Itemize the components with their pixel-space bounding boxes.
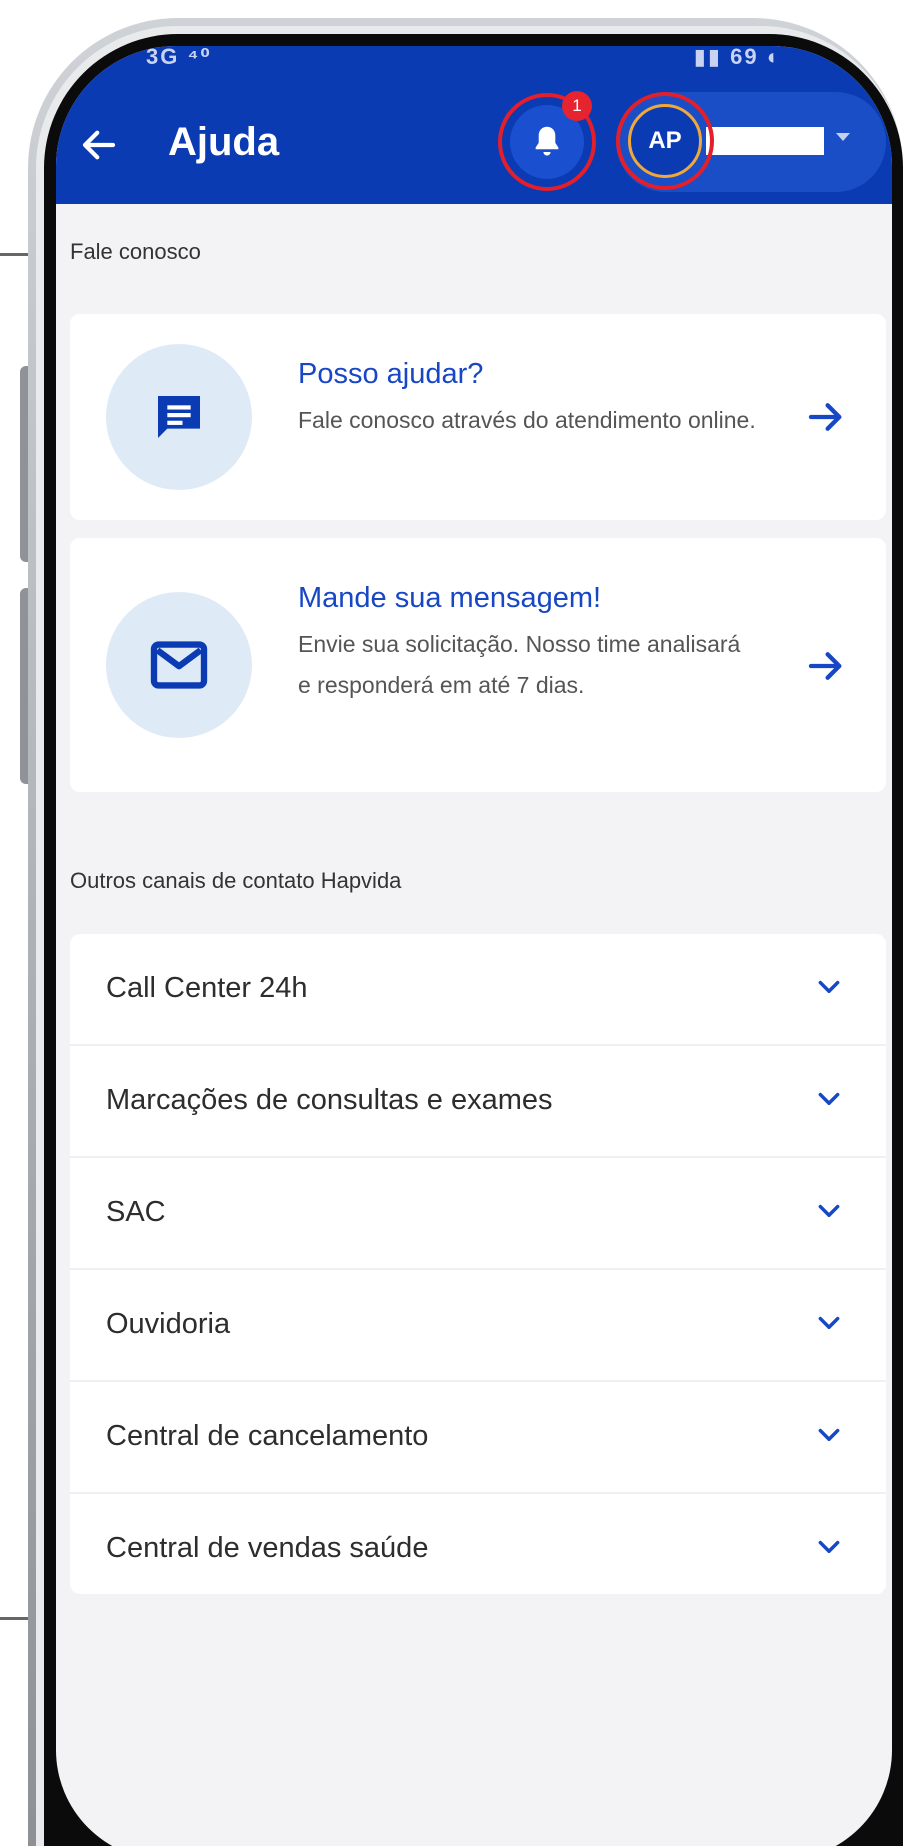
list-item-call-center[interactable]: Call Center 24h <box>70 934 886 1046</box>
card-icon-circle <box>106 344 252 490</box>
status-bar-right: ▮▮ 69 ◐ <box>693 46 782 69</box>
contact-channels-list: Call Center 24h Marcações de consultas e… <box>70 934 886 1594</box>
list-item-label: Marcações de consultas e exames <box>106 1084 553 1116</box>
list-item-marcacoes[interactable]: Marcações de consultas e exames <box>70 1046 886 1158</box>
status-bar-left: 3G ⁴⁰ <box>146 46 212 69</box>
arrow-right-icon[interactable] <box>806 397 846 437</box>
list-item-central-cancelamento[interactable]: Central de cancelamento <box>70 1382 886 1494</box>
envelope-icon <box>150 641 208 689</box>
avatar-highlight[interactable]: AP <box>616 92 714 190</box>
chevron-down-icon[interactable] <box>816 1090 842 1110</box>
avatar[interactable]: AP <box>628 104 702 178</box>
profile-name-redacted <box>706 127 824 155</box>
chevron-down-icon[interactable] <box>816 1314 842 1334</box>
chevron-down-icon[interactable] <box>816 978 842 998</box>
card-title: Posso ajudar? <box>298 358 484 390</box>
arrow-left-icon[interactable] <box>78 124 120 166</box>
notifications-highlight[interactable]: 1 <box>498 91 596 191</box>
notification-badge: 1 <box>562 91 592 121</box>
frame-line-top <box>0 253 30 256</box>
arrow-right-icon[interactable] <box>806 646 846 686</box>
card-title: Mande sua mensagem! <box>298 582 602 614</box>
list-item-label: Ouvidoria <box>106 1308 231 1340</box>
list-item-label: Central de vendas saúde <box>106 1532 429 1564</box>
card-text: Posso ajudar? Fale conosco através do at… <box>298 354 758 441</box>
list-item-label: Central de cancelamento <box>106 1420 429 1452</box>
app-header: 3G ⁴⁰ ▮▮ 69 ◐ Ajuda AP 1 <box>56 46 892 204</box>
list-item-central-vendas[interactable]: Central de vendas saúde <box>70 1494 886 1594</box>
chevron-down-icon[interactable] <box>816 1426 842 1446</box>
card-icon-circle <box>106 592 252 738</box>
list-item-label: SAC <box>106 1196 166 1228</box>
chat-message-icon <box>158 396 200 438</box>
chevron-down-icon[interactable] <box>816 1538 842 1558</box>
card-mande-mensagem[interactable]: Mande sua mensagem! Envie sua solicitaçã… <box>70 538 886 792</box>
card-posso-ajudar[interactable]: Posso ajudar? Fale conosco através do at… <box>70 314 886 520</box>
list-item-label: Call Center 24h <box>106 972 308 1004</box>
card-description: Envie sua solicitação. Nosso time analis… <box>298 631 741 698</box>
card-text: Mande sua mensagem! Envie sua solicitaçã… <box>298 578 758 706</box>
list-item-sac[interactable]: SAC <box>70 1158 886 1270</box>
frame-line-bottom <box>0 1617 30 1620</box>
list-item-ouvidoria[interactable]: Ouvidoria <box>70 1270 886 1382</box>
section-label-fale-conosco: Fale conosco <box>70 239 201 264</box>
bell-icon <box>535 126 559 156</box>
phone-screen: 3G ⁴⁰ ▮▮ 69 ◐ Ajuda AP 1 Fale conosco Po… <box>56 46 892 1846</box>
chevron-down-icon[interactable] <box>816 1202 842 1222</box>
caret-down-icon[interactable] <box>836 133 850 141</box>
page-title: Ajuda <box>168 120 280 164</box>
card-description: Fale conosco através do atendimento onli… <box>298 407 756 433</box>
section-label-outros-canais: Outros canais de contato Hapvida <box>70 868 402 893</box>
